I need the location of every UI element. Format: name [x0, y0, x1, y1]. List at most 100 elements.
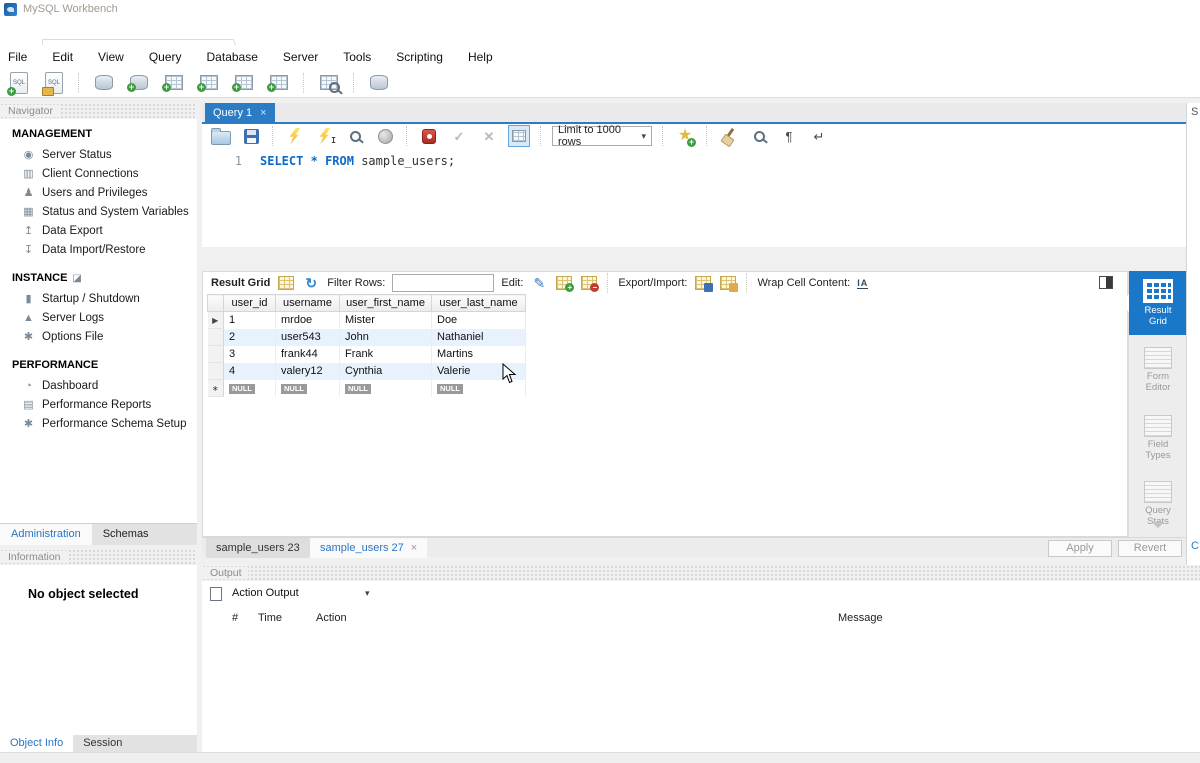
cell[interactable]: Frank [340, 346, 432, 363]
create-procedure-button[interactable]: + [231, 70, 257, 96]
save-script-button[interactable] [240, 125, 262, 147]
side-panel-result-grid[interactable]: Result Grid [1129, 271, 1187, 335]
table-row[interactable]: 3 frank44 Frank Martins [208, 346, 526, 363]
toggle-word-wrap-button[interactable]: ↵ [808, 125, 830, 147]
save-snippet-button[interactable]: ★ + [674, 125, 696, 147]
toggle-invisible-chars-button[interactable]: ¶ [778, 125, 800, 147]
menu-view[interactable]: View [98, 50, 124, 64]
menu-scripting[interactable]: Scripting [396, 50, 443, 64]
import-records-button[interactable] [719, 274, 737, 292]
delete-row-button[interactable]: − [580, 274, 598, 292]
execute-current-statement-button[interactable]: I [314, 125, 336, 147]
cell[interactable]: Cynthia [340, 363, 432, 380]
wrap-cell-icon[interactable]: IA [857, 278, 868, 289]
grid-columns-button[interactable] [277, 274, 295, 292]
cell[interactable]: valery12 [276, 363, 340, 380]
column-header-last-name[interactable]: user_last_name [432, 295, 526, 312]
tab-query-1[interactable]: Query 1 × [205, 103, 275, 122]
column-header-user-id[interactable]: user_id [224, 295, 276, 312]
menu-database[interactable]: Database [207, 50, 258, 64]
panel-toggle-icon[interactable] [1099, 276, 1113, 289]
sidebar-item-status-variables[interactable]: ▦ Status and System Variables [0, 202, 197, 221]
cell[interactable]: Mister [340, 312, 432, 329]
cell-null[interactable]: NULL [340, 380, 432, 397]
column-header-first-name[interactable]: user_first_name [340, 295, 432, 312]
tab-administration[interactable]: Administration [0, 524, 92, 545]
cell[interactable]: frank44 [276, 346, 340, 363]
create-table-button[interactable]: + [161, 70, 187, 96]
cell[interactable]: 1 [224, 312, 276, 329]
toggle-stop-on-error-button[interactable] [418, 125, 440, 147]
sidebar-item-server-status[interactable]: ◉ Server Status [0, 145, 197, 164]
cell[interactable]: Doe [432, 312, 526, 329]
create-view-button[interactable]: + [196, 70, 222, 96]
refresh-button[interactable]: ↻ [302, 274, 320, 292]
side-panel-form-editor[interactable]: Form Editor [1129, 347, 1187, 394]
column-header-username[interactable]: username [276, 295, 340, 312]
explain-plan-button[interactable] [344, 125, 366, 147]
sidebar-item-users-privileges[interactable]: ♟ Users and Privileges [0, 183, 197, 202]
close-icon[interactable]: × [411, 542, 417, 554]
menu-help[interactable]: Help [468, 50, 493, 64]
toggle-autocommit-button[interactable] [508, 125, 530, 147]
cell[interactable]: Nathaniel [432, 329, 526, 346]
chevron-down-icon[interactable]: ▼ [1100, 519, 1200, 531]
cell[interactable]: 3 [224, 346, 276, 363]
sidebar-item-performance-reports[interactable]: ▤ Performance Reports [0, 395, 197, 414]
sidebar-item-dashboard[interactable]: ◔ Dashboard [0, 376, 197, 395]
close-icon[interactable]: × [260, 107, 266, 119]
edit-record-button[interactable]: ✎ [530, 274, 548, 292]
cell[interactable]: user543 [276, 329, 340, 346]
create-schema-button[interactable]: + [126, 70, 152, 96]
add-row-button[interactable]: + [555, 274, 573, 292]
tab-session[interactable]: Session [73, 735, 132, 752]
cell[interactable]: John [340, 329, 432, 346]
chevron-down-icon[interactable]: ▾ [365, 588, 370, 599]
rollback-button[interactable]: ✕ [478, 125, 500, 147]
cell[interactable]: 2 [224, 329, 276, 346]
filter-rows-input[interactable] [392, 274, 494, 292]
export-recordset-button[interactable] [694, 274, 712, 292]
create-function-button[interactable]: + [266, 70, 292, 96]
apply-button[interactable]: Apply [1048, 540, 1112, 557]
new-row[interactable]: ∗ NULL NULL NULL NULL [208, 380, 526, 397]
cell[interactable]: 4 [224, 363, 276, 380]
cell[interactable]: mrdoe [276, 312, 340, 329]
commit-button[interactable]: ✓ [448, 125, 470, 147]
sidebar-item-options-file[interactable]: ✱ Options File [0, 327, 197, 346]
reconnect-dbms-button[interactable] [366, 70, 392, 96]
cell-null[interactable]: NULL [224, 380, 276, 397]
sidebar-item-data-import[interactable]: ↧ Data Import/Restore [0, 240, 197, 259]
table-row[interactable]: 4 valery12 Cynthia Valerie [208, 363, 526, 380]
execute-query-button[interactable] [284, 125, 306, 147]
search-table-data-button[interactable] [316, 70, 342, 96]
sidebar-item-client-connections[interactable]: ▥ Client Connections [0, 164, 197, 183]
menu-server[interactable]: Server [283, 50, 318, 64]
tab-schemas[interactable]: Schemas [92, 524, 160, 545]
menu-file[interactable]: File [8, 50, 27, 64]
sidebar-item-startup-shutdown[interactable]: ▮ Startup / Shutdown [0, 289, 197, 308]
find-button[interactable] [748, 125, 770, 147]
tab-object-info[interactable]: Object Info [0, 735, 73, 752]
limit-rows-dropdown[interactable]: Limit to 1000 rows ▾ [552, 126, 652, 146]
sql-editor[interactable]: 1 SELECT * FROM sample_users; [202, 148, 1186, 247]
table-row[interactable]: 2 user543 John Nathaniel [208, 329, 526, 346]
open-sql-script-button[interactable]: SQL [41, 70, 67, 96]
sidebar-item-server-logs[interactable]: ▲ Server Logs [0, 308, 197, 327]
menu-tools[interactable]: Tools [343, 50, 371, 64]
sidebar-item-performance-schema-setup[interactable]: ✱ Performance Schema Setup [0, 414, 197, 433]
sidebar-item-data-export[interactable]: ↥ Data Export [0, 221, 197, 240]
output-type-dropdown[interactable]: Action Output [232, 587, 299, 599]
resultset-tab-1[interactable]: sample_users 23 [206, 538, 310, 558]
inspector-button[interactable] [91, 70, 117, 96]
resultset-tab-2[interactable]: sample_users 27 × [310, 538, 427, 558]
new-sql-tab-button[interactable]: SQL+ [6, 70, 32, 96]
revert-button[interactable]: Revert [1118, 540, 1182, 557]
menu-query[interactable]: Query [149, 50, 182, 64]
table-row[interactable]: ▶ 1 mrdoe Mister Doe [208, 312, 526, 329]
side-panel-field-types[interactable]: Field Types [1129, 415, 1187, 462]
beautify-query-button[interactable] [718, 125, 740, 147]
cell-null[interactable]: NULL [276, 380, 340, 397]
open-file-button[interactable] [210, 125, 232, 147]
cell[interactable]: Martins [432, 346, 526, 363]
